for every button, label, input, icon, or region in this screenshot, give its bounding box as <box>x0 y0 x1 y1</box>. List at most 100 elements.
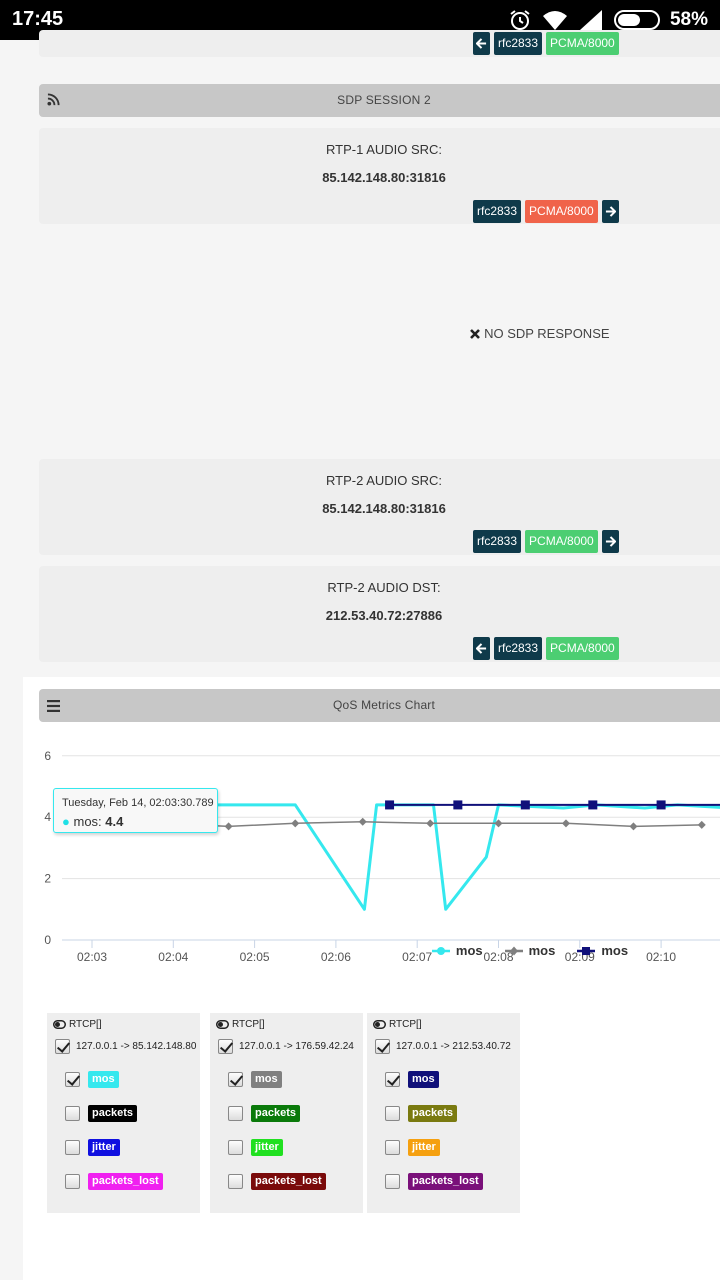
metric-row-jitter[interactable]: jitter <box>385 1139 440 1156</box>
legend-item[interactable]: mos <box>431 943 483 958</box>
no-sdp-response: NO SDP RESPONSE <box>0 326 720 341</box>
alarm-icon <box>510 10 530 30</box>
rtp-address: 85.142.148.80:31816 <box>322 170 446 185</box>
metric-tag: mos <box>408 1071 439 1088</box>
signal-icon <box>579 10 602 30</box>
metric-row-packets-lost[interactable]: packets_lost <box>65 1173 163 1190</box>
metric-checkbox[interactable] <box>65 1072 80 1087</box>
metric-tag: jitter <box>251 1139 283 1156</box>
no-sdp-text: NO SDP RESPONSE <box>484 326 610 341</box>
rtp-card: RTP-1 AUDIO SRC: 85.142.148.80:31816 rfc… <box>39 128 720 224</box>
series-dot-icon: ● <box>62 814 70 829</box>
toggle-icon <box>53 1020 66 1029</box>
metric-tag: packets <box>88 1105 137 1122</box>
arrow-right-button[interactable] <box>601 200 619 223</box>
metric-row-packets[interactable]: packets <box>65 1105 137 1122</box>
connection-label: 127.0.0.1 -> 212.53.40.72 <box>396 1041 511 1052</box>
rtp-address: 85.142.148.80:31816 <box>322 501 446 516</box>
metric-row-jitter[interactable]: jitter <box>228 1139 283 1156</box>
codec-badge: rfc2833 <box>494 32 543 55</box>
metric-tag: packets_lost <box>251 1173 326 1190</box>
rtcp-panel: RTCP[] 127.0.0.1 -> 212.53.40.72 mos packet… <box>367 1013 520 1213</box>
legend-circle-marker-icon <box>431 946 450 955</box>
clock: 17:45 <box>12 8 64 30</box>
rtp-label: RTP-2 AUDIO DST: <box>327 580 441 595</box>
rtcp-header-label: RTCP[] <box>69 1019 102 1030</box>
rtcp-connection-toggle[interactable]: 127.0.0.1 -> 85.142.148.80 <box>55 1039 196 1054</box>
metric-tag: mos <box>88 1071 119 1088</box>
metric-row-packets-lost[interactable]: packets_lost <box>385 1173 483 1190</box>
sdp-session-header[interactable]: SDP SESSION 2 <box>39 84 720 117</box>
connection-label: 127.0.0.1 -> 85.142.148.80 <box>76 1041 197 1052</box>
metric-checkbox[interactable] <box>385 1174 400 1189</box>
rtp-address: 212.53.40.72:27886 <box>325 608 443 623</box>
connection-checkbox[interactable] <box>218 1039 233 1054</box>
metric-row-jitter[interactable]: jitter <box>65 1139 120 1156</box>
metric-tag: jitter <box>88 1139 120 1156</box>
tooltip-series: mos <box>73 814 99 829</box>
legend-label: mos <box>528 943 556 958</box>
connection-checkbox[interactable] <box>375 1039 390 1054</box>
sdp-session-title: SDP SESSION 2 <box>337 93 431 107</box>
metric-checkbox[interactable] <box>65 1140 80 1155</box>
connection-checkbox[interactable] <box>55 1039 70 1054</box>
codec-badge: PCMA/8000 <box>525 530 598 553</box>
tooltip-value: 4.4 <box>105 814 124 829</box>
rtp-label: RTP-2 AUDIO SRC: <box>325 473 443 488</box>
arrow-left-icon <box>476 643 487 654</box>
metric-checkbox[interactable] <box>228 1072 243 1087</box>
legend-square-marker-icon <box>577 946 596 955</box>
metric-checkbox[interactable] <box>385 1106 400 1121</box>
metric-tag: packets <box>251 1105 300 1122</box>
connection-label: 127.0.0.1 -> 176.59.42.24 <box>239 1041 354 1052</box>
arrow-left-button[interactable] <box>473 637 490 660</box>
rtcp-header-label: RTCP[] <box>232 1019 265 1030</box>
rtp-card: RTP-2 AUDIO SRC: 85.142.148.80:31816 rfc… <box>39 459 720 555</box>
rtcp-connection-toggle[interactable]: 127.0.0.1 -> 212.53.40.72 <box>375 1039 511 1054</box>
legend-item[interactable]: mos <box>504 943 556 958</box>
metric-tag: packets_lost <box>88 1173 163 1190</box>
metric-row-mos[interactable]: mos <box>65 1071 119 1088</box>
metric-checkbox[interactable] <box>65 1174 80 1189</box>
metric-row-packets[interactable]: packets <box>228 1105 300 1122</box>
rtcp-header[interactable]: RTCP[] <box>216 1019 265 1030</box>
rtcp-panel: RTCP[] 127.0.0.1 -> 176.59.42.24 mos packet… <box>210 1013 363 1213</box>
legend-label: mos <box>601 943 629 958</box>
qos-chart-title: QoS Metrics Chart <box>332 698 436 712</box>
metric-row-packets[interactable]: packets <box>385 1105 457 1122</box>
metric-checkbox[interactable] <box>228 1140 243 1155</box>
toggle-icon <box>216 1020 229 1029</box>
chart-legend: mos mos mos <box>0 943 720 958</box>
arrow-right-icon <box>605 536 616 547</box>
metric-row-mos[interactable]: mos <box>228 1071 282 1088</box>
metric-checkbox[interactable] <box>228 1106 243 1121</box>
badge-row: rfc2833 PCMA/8000 <box>473 32 619 55</box>
metric-row-packets-lost[interactable]: packets_lost <box>228 1173 326 1190</box>
battery-icon <box>613 10 660 30</box>
legend-item[interactable]: mos <box>577 943 628 958</box>
rtp-card-partial: rfc2833 PCMA/8000 <box>39 30 720 57</box>
rtcp-header[interactable]: RTCP[] <box>373 1019 422 1030</box>
codec-badge: PCMA/8000 <box>546 32 619 55</box>
codec-badge: rfc2833 <box>473 200 522 223</box>
legend-label: mos <box>455 943 483 958</box>
rtcp-header[interactable]: RTCP[] <box>53 1019 102 1030</box>
metric-checkbox[interactable] <box>385 1072 400 1087</box>
metric-checkbox[interactable] <box>385 1140 400 1155</box>
metric-tag: packets_lost <box>408 1173 483 1190</box>
wifi-icon <box>542 11 567 30</box>
arrow-right-button[interactable] <box>601 530 619 553</box>
metric-tag: mos <box>251 1071 282 1088</box>
codec-badge: rfc2833 <box>473 530 522 553</box>
badge-row: rfc2833 PCMA/8000 <box>473 637 619 660</box>
metric-checkbox[interactable] <box>65 1106 80 1121</box>
metric-checkbox[interactable] <box>228 1174 243 1189</box>
codec-badge: PCMA/8000 <box>546 637 619 660</box>
arrow-right-icon <box>605 206 616 217</box>
rtcp-panel: RTCP[] 127.0.0.1 -> 85.142.148.80 mos packe… <box>47 1013 200 1213</box>
rtcp-connection-toggle[interactable]: 127.0.0.1 -> 176.59.42.24 <box>218 1039 354 1054</box>
qos-chart-header[interactable]: QoS Metrics Chart <box>39 689 720 722</box>
metric-row-mos[interactable]: mos <box>385 1071 439 1088</box>
arrow-left-button[interactable] <box>473 32 490 55</box>
rtp-label: RTP-1 AUDIO SRC: <box>325 142 443 157</box>
